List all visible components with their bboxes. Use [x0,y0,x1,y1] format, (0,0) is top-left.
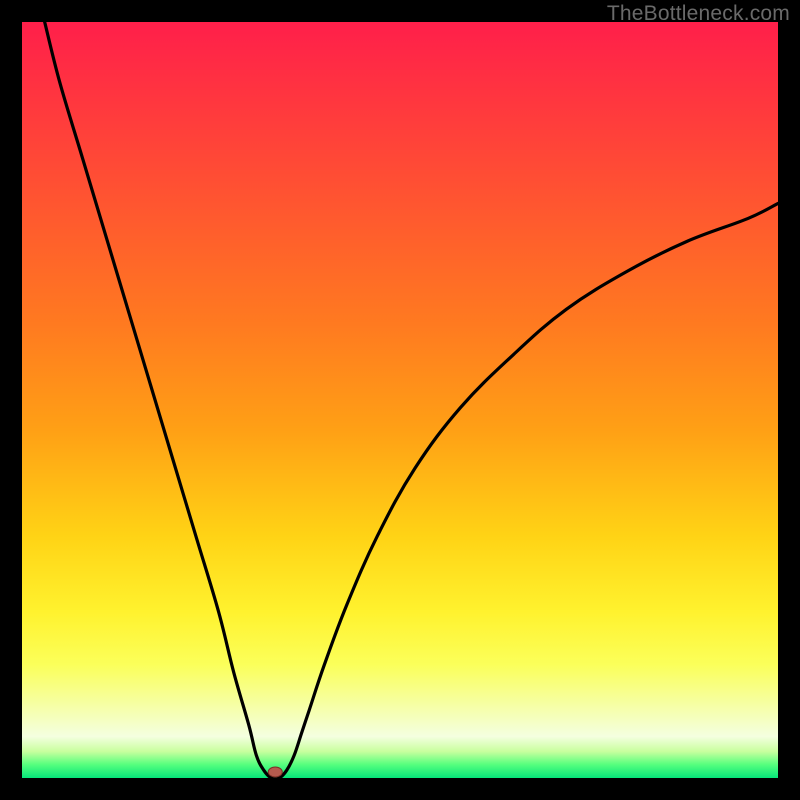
chart-frame: TheBottleneck.com [0,0,800,800]
bottleneck-marker [268,767,282,777]
watermark-text: TheBottleneck.com [607,2,790,26]
chart-svg [22,22,778,778]
plot-area [22,22,778,778]
gradient-background [22,22,778,778]
